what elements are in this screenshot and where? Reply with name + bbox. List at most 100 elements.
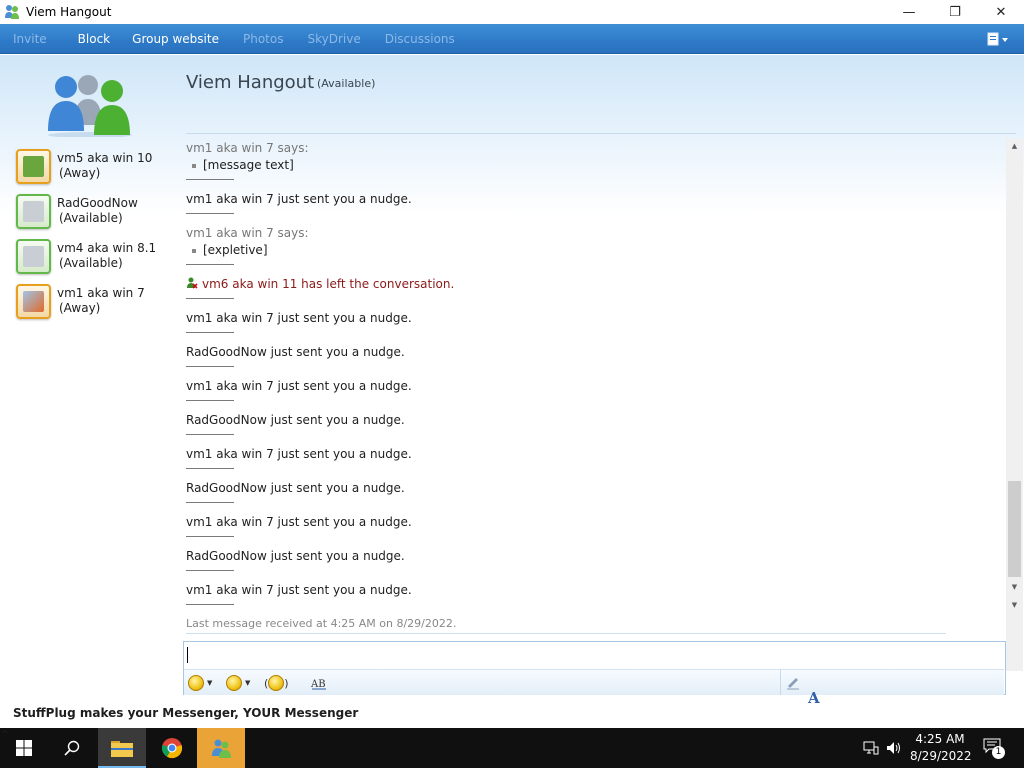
- taskbar-file-explorer[interactable]: [98, 728, 146, 768]
- scroll-down-arrow-icon[interactable]: ▼: [1006, 580, 1023, 594]
- scroll-up-arrow-icon[interactable]: ▲: [1006, 139, 1023, 153]
- scroll-bottom-arrow-icon[interactable]: ▼: [1006, 598, 1023, 612]
- nudge-message: vm1 aka win 7 just sent you a nudge.: [186, 515, 412, 529]
- message-sender: vm1 aka win 7 says:: [186, 141, 309, 155]
- person-silhouette-icon: [23, 246, 44, 267]
- contact-radgoodnow[interactable]: RadGoodNow (Available): [16, 194, 176, 234]
- contact-name: vm4 aka win 8.1: [57, 241, 157, 255]
- network-icon[interactable]: [863, 741, 879, 755]
- bullet-icon: [192, 163, 196, 168]
- minimize-button[interactable]: —: [886, 0, 932, 24]
- nudge-message: vm1 aka win 7 just sent you a nudge.: [186, 447, 412, 461]
- contact-vm1[interactable]: vm1 aka win 7 (Away): [16, 284, 176, 324]
- contact-avatar: [16, 149, 51, 184]
- taskbar: ⌃ 4:25 AM 8/29/2022 1: [0, 728, 1024, 768]
- dropdown-arrow-icon: ▼: [245, 679, 251, 687]
- message-separator: [186, 366, 234, 367]
- nudge-message: RadGoodNow just sent you a nudge.: [186, 549, 405, 563]
- title-bar: Viem Hangout — ❐ ✕: [0, 0, 1024, 24]
- search-button[interactable]: [48, 728, 96, 768]
- left-conversation-message: vm6 aka win 11 has left the conversation…: [186, 277, 454, 291]
- spell-check-button[interactable]: AB: [310, 674, 328, 692]
- header-divider: [186, 133, 1016, 134]
- show-menu-icon[interactable]: [986, 31, 1010, 47]
- search-icon: [64, 740, 80, 756]
- font-button[interactable]: A: [808, 689, 820, 707]
- pen-icon: [786, 678, 799, 690]
- person-silhouette-icon: [23, 201, 44, 222]
- dropdown-arrow-icon: ▼: [207, 679, 213, 687]
- handwriting-button[interactable]: [780, 669, 804, 695]
- contact-avatar: [16, 284, 51, 319]
- nudge-button[interactable]: (): [264, 674, 289, 692]
- stuffplug-banner[interactable]: StuffPlug makes your Messenger, YOUR Mes…: [13, 706, 358, 720]
- contact-avatar: [16, 239, 51, 274]
- message-separator: [186, 604, 234, 605]
- nudge-message: vm1 aka win 7 just sent you a nudge.: [186, 583, 412, 597]
- notification-badge: 1: [992, 746, 1005, 759]
- nudge-icon: [268, 675, 285, 691]
- clock-date: 8/29/2022: [910, 749, 972, 763]
- menu-photos[interactable]: Photos: [243, 32, 283, 46]
- nudge-message: RadGoodNow just sent you a nudge.: [186, 345, 405, 359]
- message-separator: [186, 536, 234, 537]
- taskbar-clock[interactable]: 4:25 AM 8/29/2022: [910, 731, 972, 765]
- message-separator: [186, 298, 234, 299]
- contact-vm4[interactable]: vm4 aka win 8.1 (Available): [16, 239, 176, 279]
- folder-icon: [111, 741, 133, 757]
- message-separator: [186, 400, 234, 401]
- conversation-scrollbar[interactable]: ▲ ▼ ▼: [1006, 139, 1023, 671]
- nudge-message: RadGoodNow just sent you a nudge.: [186, 413, 405, 427]
- message-separator: [186, 434, 234, 435]
- conversation-window: vm5 aka win 10 (Away) RadGoodNow (Availa…: [0, 55, 1024, 728]
- scroll-thumb[interactable]: [1008, 481, 1021, 577]
- text-caret: [187, 647, 188, 663]
- start-button[interactable]: [0, 728, 48, 768]
- input-divider: [186, 633, 946, 634]
- emoticon-button[interactable]: ▼: [188, 674, 212, 692]
- notification-center-button[interactable]: 1: [983, 738, 1005, 759]
- messenger-app-icon: [5, 5, 19, 19]
- contact-name: vm5 aka win 10: [57, 151, 153, 165]
- smiley-icon: [188, 675, 204, 691]
- menu-group-website[interactable]: Group website: [132, 32, 219, 46]
- contact-avatar: [16, 194, 51, 229]
- conversation-title: Viem Hangout: [186, 72, 315, 93]
- hand-icon: [23, 156, 44, 177]
- spell-check-icon: AB: [310, 679, 326, 690]
- message-text: [message text]: [186, 158, 294, 172]
- wink-button[interactable]: ▼: [226, 674, 250, 692]
- last-message-timestamp: Last message received at 4:25 AM on 8/29…: [186, 617, 457, 630]
- nudge-message: vm1 aka win 7 just sent you a nudge.: [186, 192, 412, 206]
- message-separator: [186, 264, 234, 265]
- input-toolbar: ▼ ▼ () AB: [184, 669, 1004, 695]
- contact-status: (Available): [59, 256, 123, 270]
- nudge-message: RadGoodNow just sent you a nudge.: [186, 481, 405, 495]
- nudge-message: vm1 aka win 7 just sent you a nudge.: [186, 311, 412, 325]
- taskbar-chrome[interactable]: [148, 728, 196, 768]
- contact-status: (Away): [59, 166, 101, 180]
- message-separator: [186, 502, 234, 503]
- menu-bar: Invite Block Group website Photos SkyDri…: [0, 24, 1024, 54]
- message-separator: [186, 179, 234, 180]
- window-title: Viem Hangout: [26, 5, 112, 19]
- maximize-button[interactable]: ❐: [932, 0, 978, 24]
- menu-skydrive[interactable]: SkyDrive: [307, 32, 360, 46]
- clock-time: 4:25 AM: [915, 732, 965, 746]
- message-separator: [186, 570, 234, 571]
- person-left-icon: [187, 277, 198, 289]
- volume-icon[interactable]: [886, 741, 902, 755]
- menu-invite[interactable]: Invite: [13, 32, 47, 46]
- menu-block[interactable]: Block: [78, 32, 110, 46]
- message-separator: [186, 213, 234, 214]
- contact-name: RadGoodNow: [57, 196, 138, 210]
- messenger-icon: [212, 739, 231, 758]
- contact-name: vm1 aka win 7: [57, 286, 145, 300]
- menu-discussions[interactable]: Discussions: [385, 32, 455, 46]
- contact-vm5[interactable]: vm5 aka win 10 (Away): [16, 149, 176, 189]
- close-button[interactable]: ✕: [978, 0, 1024, 24]
- taskbar-messenger[interactable]: [197, 728, 245, 768]
- contact-status: (Away): [59, 301, 101, 315]
- svg-text:AB: AB: [310, 679, 326, 690]
- message-sender: vm1 aka win 7 says:: [186, 226, 309, 240]
